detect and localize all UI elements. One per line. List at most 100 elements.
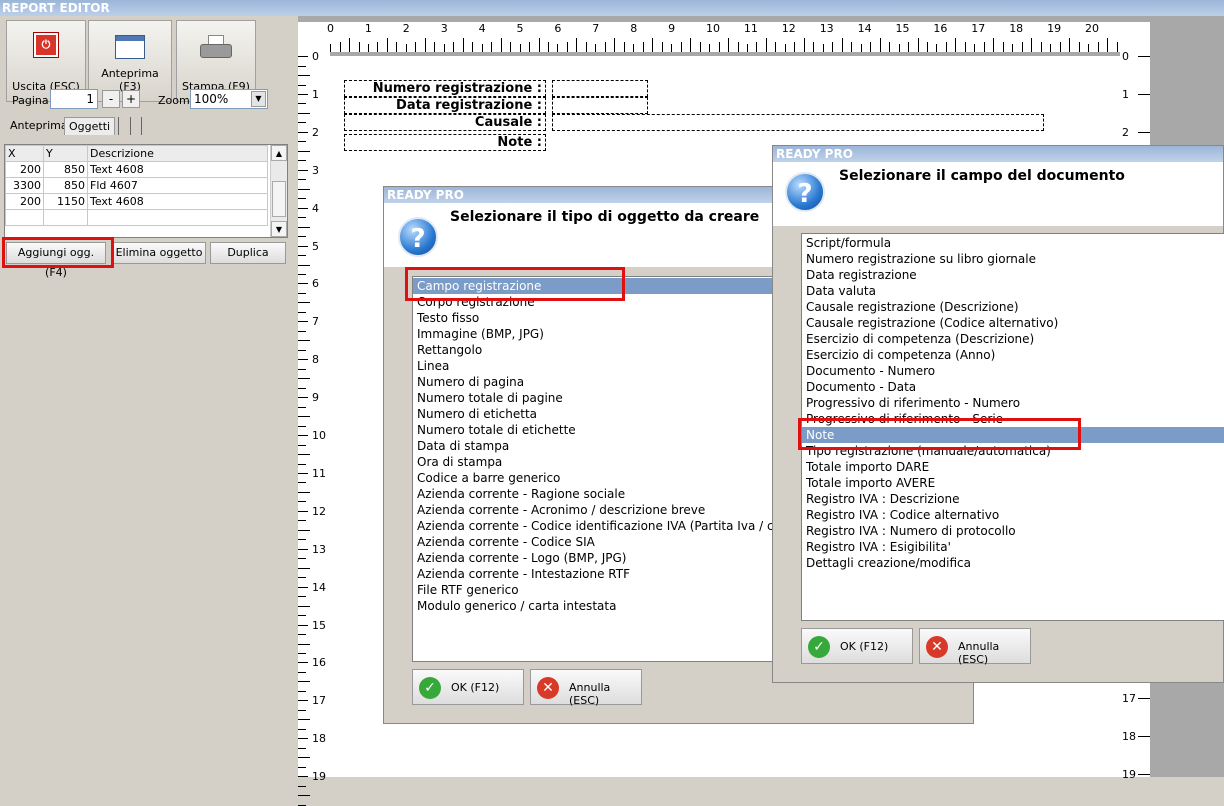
ruler-tick <box>298 671 306 673</box>
ruler-tick <box>1002 42 1004 52</box>
list-item[interactable]: Totale importo DARE <box>802 459 1224 475</box>
cancel-button[interactable]: ✕ Annulla (ESC) <box>530 669 642 707</box>
cancel-label: Annulla (ESC) <box>958 640 1000 666</box>
col-header-desc[interactable]: Descrizione <box>87 145 268 162</box>
list-item[interactable]: Esercizio di competenza (Anno) <box>802 347 1224 363</box>
report-label-box[interactable]: Causale : <box>344 114 546 131</box>
ruler-number: 8 <box>630 22 638 35</box>
list-item[interactable]: Documento - Data <box>802 379 1224 395</box>
ruler-tick <box>737 42 739 52</box>
cell-x: 200 <box>5 161 44 178</box>
col-header-y[interactable]: Y <box>43 145 88 162</box>
page-input[interactable]: 1 <box>50 89 98 109</box>
ruler-tick <box>1031 38 1033 52</box>
ruler-tick <box>661 42 663 52</box>
grid-header-row: X Y Descrizione <box>5 145 268 162</box>
tab-extra-2[interactable] <box>130 117 142 135</box>
col-header-x[interactable]: X <box>5 145 44 162</box>
ruler-tick <box>870 42 872 52</box>
ruler-tick <box>298 368 306 370</box>
ok-button[interactable]: ✓ OK (F12) <box>801 628 913 664</box>
list-item[interactable]: Data registrazione <box>802 267 1224 283</box>
table-row[interactable] <box>5 209 268 226</box>
ruler-tick <box>396 42 398 52</box>
list-item[interactable]: Numero registrazione su libro giornale <box>802 251 1224 267</box>
ruler-tick <box>832 42 834 52</box>
scroll-down-icon[interactable]: ▼ <box>271 221 287 237</box>
table-row[interactable]: 200 1150 Text 4608 <box>5 193 268 210</box>
ruler-tick <box>298 624 308 626</box>
dialog-heading: Selezionare il tipo di oggetto da creare <box>450 209 760 225</box>
tab-extra-1[interactable] <box>118 117 128 135</box>
scroll-thumb[interactable] <box>272 181 286 217</box>
ruler-tick <box>623 42 625 52</box>
list-item[interactable]: Registro IVA : Numero di protocollo <box>802 523 1224 539</box>
left-panel: ⏻ Uscita (ESC) Anteprima (F3) Stampa (F9… <box>0 16 292 777</box>
report-label-box[interactable]: Note : <box>344 134 546 151</box>
list-item[interactable]: Causale registrazione (Descrizione) <box>802 299 1224 315</box>
list-item[interactable]: Registro IVA : Codice alternativo <box>802 507 1224 523</box>
ruler-tick <box>718 42 720 52</box>
ruler-tick <box>908 42 909 52</box>
ruler-tick <box>298 311 306 313</box>
ruler-number: 19 <box>1122 768 1136 781</box>
ruler-tick <box>298 719 310 721</box>
ok-button[interactable]: ✓ OK (F12) <box>412 669 524 705</box>
scroll-up-icon[interactable]: ▲ <box>271 145 287 161</box>
table-row[interactable]: 3300 850 Fld 4607 <box>5 177 268 194</box>
ruler-tick <box>298 738 308 740</box>
page-plus-button[interactable]: + <box>122 90 140 108</box>
chevron-down-icon[interactable]: ▼ <box>251 91 266 107</box>
report-field-label: Note : <box>497 135 542 150</box>
ruler-tick <box>1078 42 1080 52</box>
tab-objects[interactable]: Oggetti <box>64 117 116 135</box>
report-field-label: Data registrazione : <box>396 98 542 113</box>
ruler-tick <box>386 38 388 52</box>
dialog-header: ? Selezionare il campo del documento <box>773 162 1223 226</box>
cancel-button[interactable]: ✕ Annulla (ESC) <box>919 628 1031 666</box>
grid-scrollbar[interactable]: ▲ ▼ <box>270 145 287 237</box>
ruler-number: 11 <box>743 22 758 35</box>
ruler-tick <box>557 44 559 52</box>
ruler-tick <box>1138 132 1150 133</box>
report-label-box[interactable]: Data registrazione : <box>344 97 546 114</box>
cancel-label: Annulla (ESC) <box>569 681 611 707</box>
ruler-tick <box>298 292 306 294</box>
tab-preview[interactable]: Anteprima <box>6 117 72 135</box>
zoom-select[interactable]: 100% ▼ <box>190 89 268 109</box>
ruler-tick <box>298 804 306 806</box>
table-row[interactable]: 200 850 Text 4608 <box>5 161 268 178</box>
ruler-tick <box>298 681 310 683</box>
report-value-box[interactable] <box>552 80 648 97</box>
list-item[interactable]: Documento - Numero <box>802 363 1224 379</box>
ruler-tick <box>298 728 306 730</box>
report-value-box[interactable] <box>552 97 648 114</box>
list-item[interactable]: Registro IVA : Descrizione <box>802 491 1224 507</box>
ruler-tick <box>1116 42 1118 52</box>
ruler-tick <box>298 795 310 797</box>
delete-object-button[interactable]: Elimina oggetto <box>112 242 206 264</box>
list-item[interactable]: Esercizio di competenza (Descrizione) <box>802 331 1224 347</box>
list-item[interactable]: Registro IVA : Esigibilita' <box>802 539 1224 555</box>
list-item[interactable]: Data valuta <box>802 283 1224 299</box>
list-item[interactable]: Script/formula <box>802 235 1224 251</box>
ruler-tick <box>964 42 966 52</box>
list-item[interactable]: Causale registrazione (Codice alternativ… <box>802 315 1224 331</box>
ruler-tick <box>298 444 306 446</box>
list-item[interactable]: Progressivo di riferimento - Numero <box>802 395 1224 411</box>
ruler-number: 2 <box>402 22 410 35</box>
cell-x: 200 <box>5 193 44 210</box>
ruler-tick <box>298 662 308 664</box>
report-label-box[interactable]: Numero registrazione : <box>344 80 546 97</box>
ruler-tick <box>298 472 308 474</box>
list-item[interactable]: Totale importo AVERE <box>802 475 1224 491</box>
duplicate-button[interactable]: Duplica <box>210 242 286 264</box>
report-value-box[interactable] <box>552 114 1044 131</box>
highlight-box <box>405 267 625 301</box>
ruler-tick <box>298 112 310 114</box>
ruler-tick <box>298 378 310 380</box>
cell-desc: Text 4608 <box>87 193 268 210</box>
list-item[interactable]: Dettagli creazione/modifica <box>802 555 1224 571</box>
page-minus-button[interactable]: - <box>102 90 120 108</box>
ruler-tick <box>917 38 919 52</box>
